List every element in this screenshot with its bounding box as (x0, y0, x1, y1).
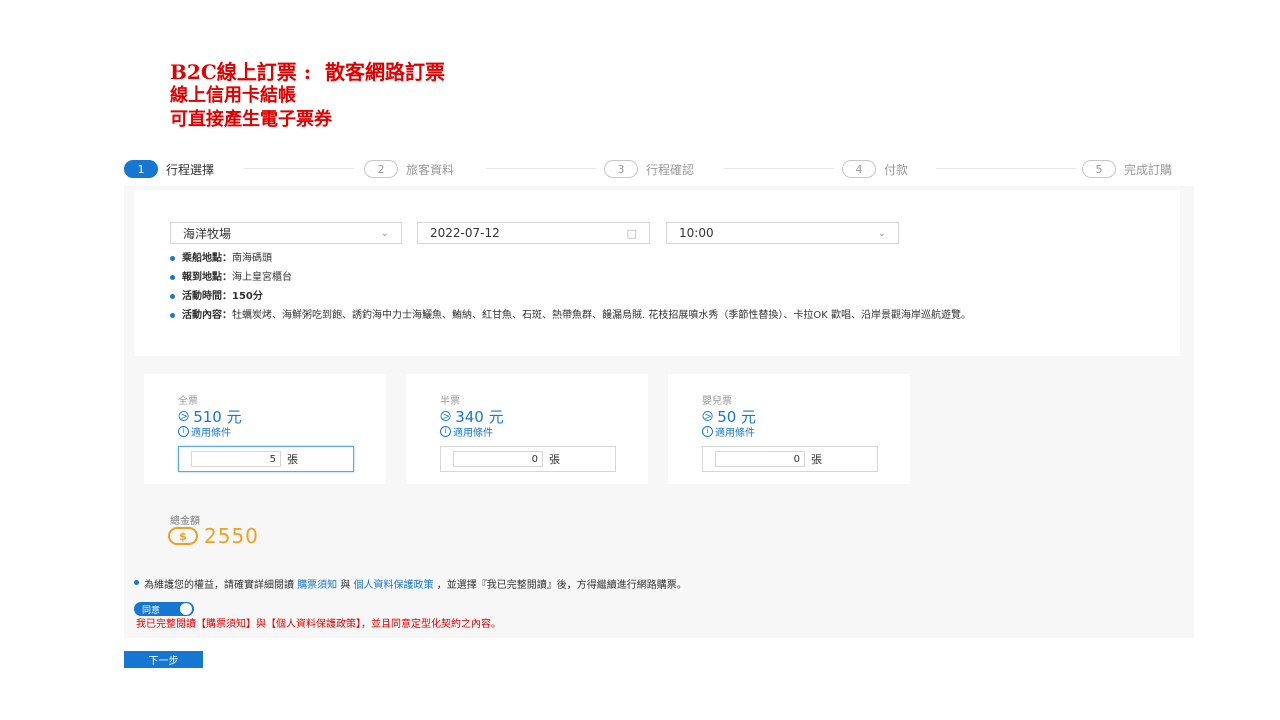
step-connector (724, 168, 834, 169)
quantity-unit: 張 (811, 453, 822, 466)
date-value: 2022-07-12 (430, 226, 500, 240)
ticket-card-full: 全票 ⧁510 元 i適用條件 張 (144, 374, 386, 484)
step-connector (936, 168, 1076, 169)
ticket-name: 嬰兒票 (702, 396, 732, 407)
info-label: 活動內容： (182, 310, 232, 321)
info-item-duration: 活動時間：150分 (170, 290, 1140, 303)
step-number: 2 (364, 160, 398, 178)
info-icon: i (440, 426, 451, 437)
step-4: 4 付款 (842, 158, 908, 180)
step-5: 5 完成訂購 (1082, 158, 1172, 180)
trip-select-value: 海洋牧場 (183, 226, 232, 241)
step-number: 1 (124, 160, 158, 178)
quantity-field: 張 (178, 446, 354, 472)
toggle-label: 同意 (142, 605, 161, 616)
step-2: 2 旅客資料 (364, 158, 454, 180)
total-amount-value: 2550 (204, 524, 259, 548)
ticket-name: 全票 (178, 396, 198, 407)
price-tag-icon: ⧁ (178, 408, 190, 425)
info-icon: i (178, 426, 189, 437)
info-item-checkin: 報到地點：海上皇宮櫃台 (170, 271, 1140, 284)
conditions-label: 適用條件 (191, 428, 231, 439)
ticket-name: 半票 (440, 396, 460, 407)
slide-title-line2: 線上信用卡結帳 (170, 85, 296, 106)
step-label: 行程選擇 (166, 162, 215, 177)
quantity-field: 張 (440, 446, 616, 472)
step-connector (486, 168, 596, 169)
terms-notice: 為維護您的權益，請確實詳細閱讀 購票須知 與 個人資料保護政策 ，並選擇『我已完… (134, 576, 687, 591)
step-number: 4 (842, 160, 876, 178)
trip-info-list: 乘船地點：南海碼頭 報到地點：海上皇宮櫃台 活動時間：150分 活動內容：牡蠣炭… (170, 252, 1140, 328)
info-label: 報到地點： (182, 272, 232, 283)
slide-title-line3: 可直接產生電子票券 (170, 109, 332, 130)
dollar-coin-icon: $ (168, 527, 198, 545)
time-select[interactable]: 10:00 ⌄ (666, 222, 899, 244)
slide-title: B2C線上訂票 : 散客網路訂票 線上信用卡結帳 可直接產生電子票券 (170, 60, 445, 132)
trip-select[interactable]: 海洋牧場 ⌄ (170, 222, 402, 244)
info-value: 南海碼頭 (232, 253, 272, 264)
quantity-input[interactable] (715, 451, 805, 467)
info-item-boarding: 乘船地點：南海碼頭 (170, 252, 1140, 265)
quantity-unit: 張 (549, 453, 560, 466)
time-select-value: 10:00 (679, 226, 714, 240)
step-1: 1 行程選擇 (124, 158, 214, 180)
notice-suffix: ，並選擇『我已完整閱讀』後，方得繼續進行網路購票。 (436, 580, 687, 591)
purchase-notice-link[interactable]: 購票須知 (297, 580, 337, 591)
notice-mid: 與 (340, 580, 351, 591)
info-value: 150分 (232, 291, 263, 302)
step-3: 3 行程確認 (604, 158, 694, 180)
step-number: 3 (604, 160, 638, 178)
step-label: 完成訂購 (1124, 162, 1173, 177)
info-value: 牡蠣炭烤、海鮮粥吃到飽、誘釣海中力士海鱺魚、鮪納、紅甘魚、石斑、熱帶魚群、饅漏烏… (232, 310, 971, 321)
chevron-down-icon: ⌄ (877, 227, 886, 239)
conditions-label: 適用條件 (715, 428, 755, 439)
quantity-field: 張 (702, 446, 878, 472)
agree-statement: 我已完整閱讀【購票須知】與【個人資料保護政策】，並且同意定型化契約之內容。 (136, 619, 501, 630)
conditions-link[interactable]: i 適用條件 (702, 424, 755, 439)
step-label: 行程確認 (646, 162, 695, 177)
total-amount: $ 2550 (168, 524, 259, 548)
info-icon: i (702, 426, 713, 437)
notice-prefix: 為維護您的權益，請確實詳細閱讀 (144, 580, 294, 591)
quantity-input[interactable] (191, 451, 281, 467)
date-picker[interactable]: 2022-07-12 □ (417, 222, 650, 244)
info-item-content: 活動內容：牡蠣炭烤、海鮮粥吃到飽、誘釣海中力士海鱺魚、鮪納、紅甘魚、石斑、熱帶魚… (170, 309, 1140, 322)
step-indicator: 1 行程選擇 2 旅客資料 3 行程確認 4 付款 5 完成訂購 (124, 158, 1194, 180)
step-number: 5 (1082, 160, 1116, 178)
conditions-label: 適用條件 (453, 428, 493, 439)
price-tag-icon: ⧁ (702, 408, 714, 425)
step-connector (244, 168, 354, 169)
step-label: 付款 (884, 162, 909, 177)
ticket-card-half: 半票 ⧁340 元 i適用條件 張 (406, 374, 648, 484)
privacy-policy-link[interactable]: 個人資料保護政策 (354, 580, 434, 591)
booking-panel: 海洋牧場 ⌄ 2022-07-12 □ 10:00 ⌄ 乘船地點：南海碼頭 報到… (124, 186, 1194, 638)
quantity-unit: 張 (287, 453, 298, 466)
info-label: 活動時間： (182, 291, 232, 302)
calendar-icon: □ (626, 226, 637, 240)
conditions-link[interactable]: i 適用條件 (440, 424, 493, 439)
quantity-input[interactable] (453, 451, 543, 467)
slide-title-line1: B2C線上訂票 : 散客網路訂票 (170, 60, 446, 84)
conditions-link[interactable]: i 適用條件 (178, 424, 231, 439)
chevron-down-icon: ⌄ (380, 227, 389, 239)
toggle-knob (180, 603, 192, 615)
info-value: 海上皇宮櫃台 (232, 272, 292, 283)
price-tag-icon: ⧁ (440, 408, 452, 425)
next-button[interactable]: 下一步 (124, 651, 203, 668)
agree-toggle[interactable]: 同意 (134, 602, 194, 616)
ticket-card-infant: 嬰兒票 ⧁50 元 i適用條件 張 (668, 374, 910, 484)
info-label: 乘船地點： (182, 253, 232, 264)
step-label: 旅客資料 (406, 162, 455, 177)
trip-info-card: 海洋牧場 ⌄ 2022-07-12 □ 10:00 ⌄ 乘船地點：南海碼頭 報到… (134, 190, 1180, 356)
